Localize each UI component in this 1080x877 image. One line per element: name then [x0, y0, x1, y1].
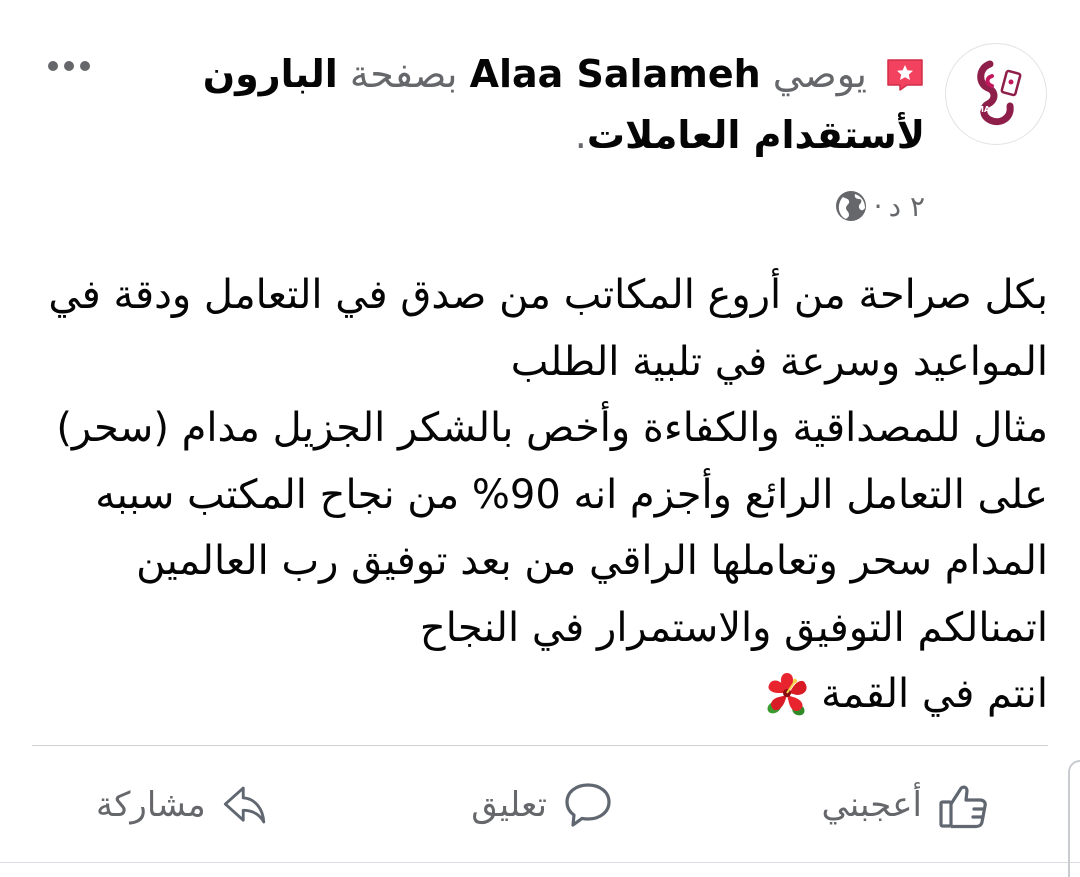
recommends-word: يوصي [772, 52, 867, 96]
like-button[interactable]: أعجبني [815, 765, 990, 845]
star-flag-icon [887, 59, 923, 91]
adjacent-card-edge [1068, 760, 1080, 877]
body-last-line: انتم في القمة [40, 661, 1048, 728]
timestamp[interactable]: ٢ د [889, 190, 925, 223]
post-body: بكل صراحة من أروع المكاتب من صدق في التع… [40, 262, 1048, 728]
body-line: المواعيد وسرعة في تلبية الطلب [510, 338, 1048, 385]
page-avatar[interactable]: MALL [945, 43, 1047, 145]
share-button[interactable]: مشاركة [96, 765, 268, 845]
page-prefix: بصفحة [349, 52, 458, 96]
hibiscus-icon [767, 673, 807, 716]
bottom-divider [0, 862, 1080, 863]
body-line: المدام سحر وتعاملها الراقي من بعد توفيق … [136, 538, 1048, 584]
meta-separator: · [873, 189, 883, 223]
avatar-logo-text: MALL [976, 105, 1000, 114]
mall-logo-icon: MALL [976, 60, 1022, 126]
dot-icon [48, 61, 58, 71]
author-name[interactable]: Alaa Salameh [470, 52, 761, 96]
body-line: اتمنالكم التوفيق والاستمرار في النجاح [419, 604, 1048, 651]
end-dot: . [574, 113, 587, 157]
recommendation-post: MALL يوصي Alaa Salameh بصفحة البارون لأس… [0, 0, 1080, 877]
comment-button[interactable]: تعليق [470, 765, 615, 845]
share-arrow-icon [223, 786, 265, 824]
comment-bubble-icon [565, 783, 611, 827]
dot-icon [64, 61, 74, 71]
like-label: أعجبني [821, 785, 922, 825]
dot-icon [80, 61, 90, 71]
body-line: مثال للمصداقية والكفاءة وأخص بالشكر الجز… [56, 405, 1048, 451]
globe-icon[interactable] [834, 189, 868, 223]
divider [32, 745, 1048, 746]
thumbs-up-icon [939, 785, 987, 829]
share-label: مشاركة [96, 785, 206, 825]
body-line: على التعامل الرائع وأجزم انه 90% من نجاح… [95, 471, 1048, 518]
post-meta: ٢ د · [812, 186, 925, 226]
body-line: انتم في القمة [821, 671, 1048, 717]
comment-label: تعليق [471, 785, 547, 825]
action-bar: أعجبني تعليق مشاركة [0, 765, 1080, 845]
body-line: بكل صراحة من أروع المكاتب من صدق في التع… [48, 272, 1048, 318]
post-header: يوصي Alaa Salameh بصفحة البارون لأستقدام… [150, 44, 925, 166]
more-options-button[interactable] [48, 56, 96, 76]
